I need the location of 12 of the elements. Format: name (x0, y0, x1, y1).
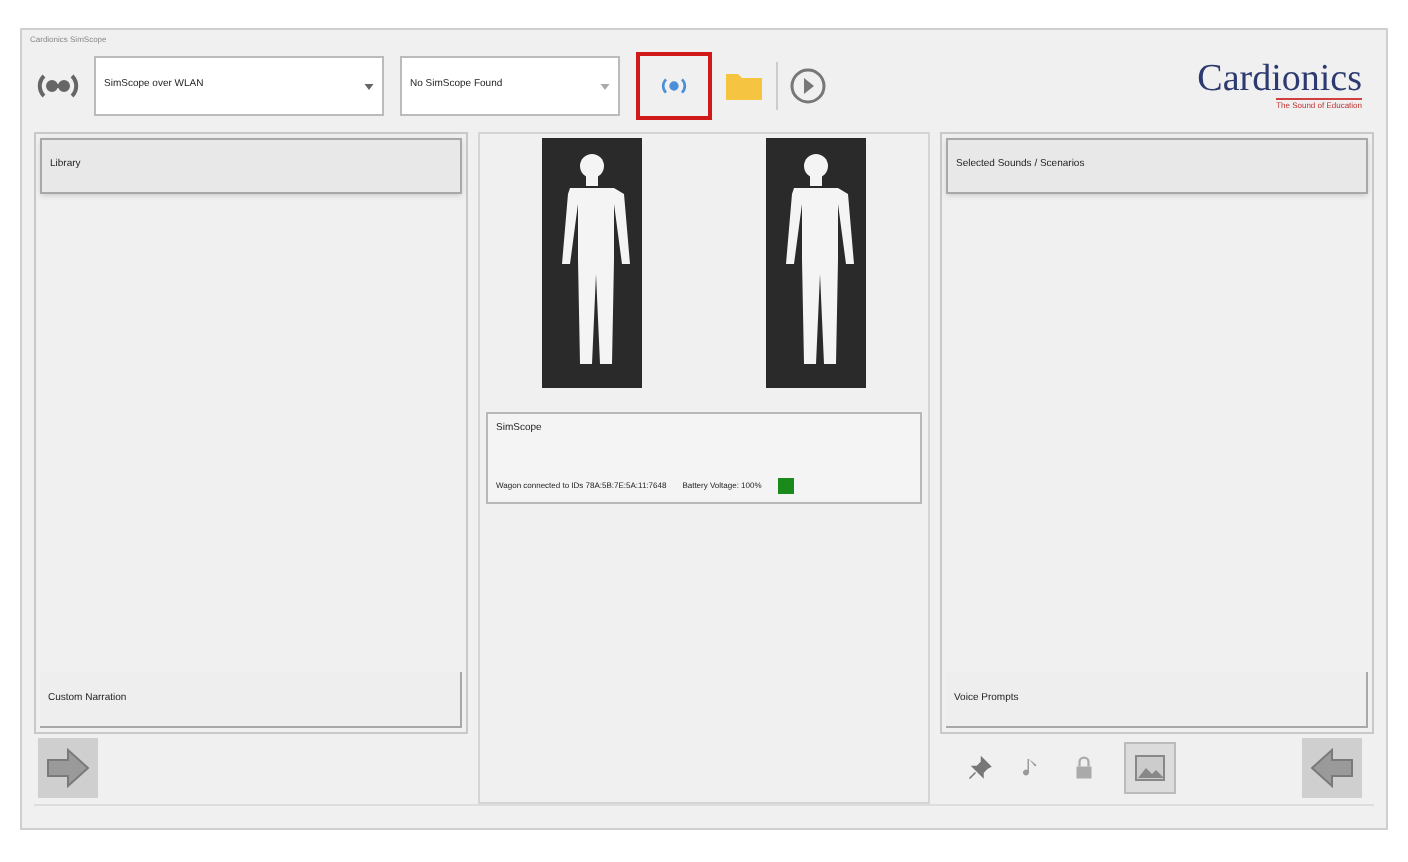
back-arrow-button[interactable] (1302, 738, 1363, 798)
caret-icon (600, 83, 610, 89)
lock-icon[interactable] (1072, 756, 1096, 780)
image-icon (1134, 752, 1166, 784)
pin-icon[interactable] (968, 756, 992, 780)
play-icon[interactable] (786, 64, 830, 108)
logo-text: Cardionics (1197, 60, 1362, 98)
forward-arrow-button[interactable] (38, 738, 98, 798)
wireless-icon (658, 74, 690, 98)
caret-icon (364, 83, 374, 89)
image-button[interactable] (1124, 742, 1176, 794)
wireless-button[interactable] (636, 52, 712, 120)
